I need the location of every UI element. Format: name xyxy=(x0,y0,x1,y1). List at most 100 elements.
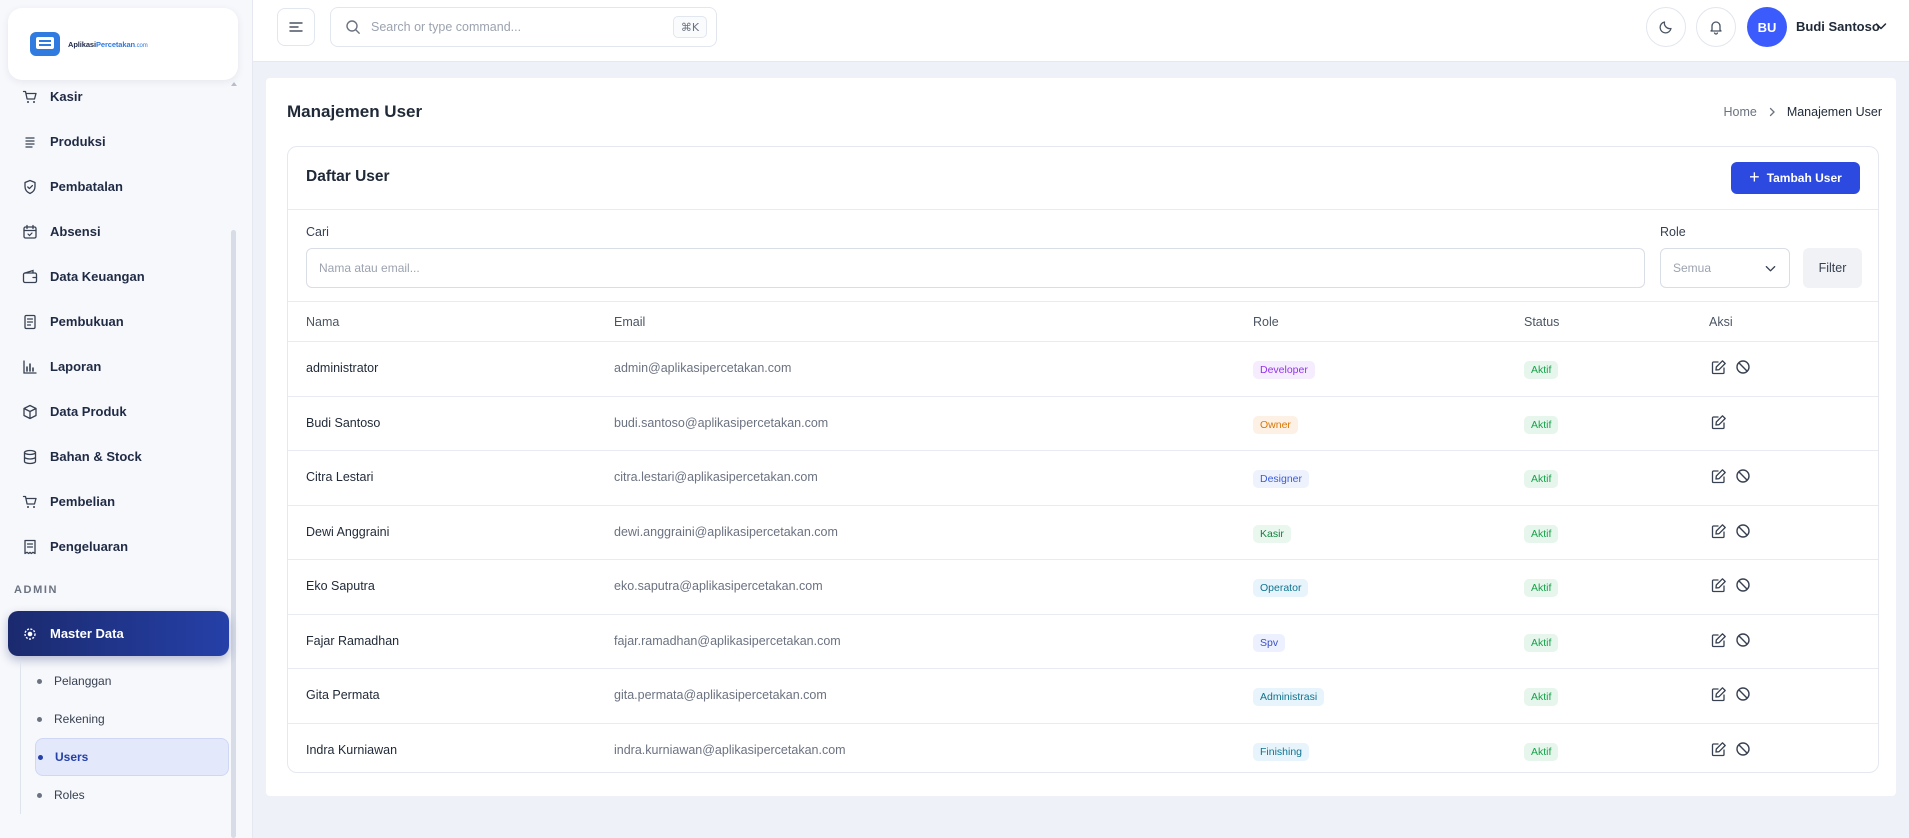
sidebar-item-bahan-stock[interactable]: Bahan & Stock xyxy=(0,434,228,479)
add-user-button[interactable]: + Tambah User xyxy=(1731,162,1860,194)
chevron-down-icon xyxy=(1765,265,1776,271)
sidebar-item-master-data[interactable]: Master Data xyxy=(8,611,229,656)
sidebar-item-label: Bahan & Stock xyxy=(50,449,142,464)
column-header-name[interactable]: Nama xyxy=(306,315,339,329)
chevron-down-icon xyxy=(198,134,214,150)
sidebar-scrollbar[interactable] xyxy=(231,230,236,838)
search-shortcut-badge: ⌘K xyxy=(673,16,707,38)
sidebar-subitem-label: Rekening xyxy=(54,712,105,726)
sidebar-item-pengeluaran[interactable]: Pengeluaran xyxy=(0,524,228,569)
column-header-status[interactable]: Status xyxy=(1524,315,1559,329)
row-actions xyxy=(1710,522,1752,540)
role-badge: Developer xyxy=(1253,361,1315,379)
wallet-icon xyxy=(22,269,38,285)
user-name-cell: Eko Saputra xyxy=(306,579,375,593)
sidebar-item-kasir[interactable]: Kasir xyxy=(0,74,228,119)
sidebar-item-pembukuan[interactable]: Pembukuan xyxy=(0,299,228,344)
edit-icon[interactable] xyxy=(1710,413,1728,431)
user-name-cell: Fajar Ramadhan xyxy=(306,633,400,648)
user-name-cell: administrator xyxy=(306,361,379,375)
search-field-label: Cari xyxy=(306,225,329,239)
box-icon xyxy=(22,404,38,420)
status-badge: Aktif xyxy=(1524,524,1559,543)
sidebar-subitem-users[interactable]: Users xyxy=(35,738,229,776)
edit-icon[interactable] xyxy=(1710,685,1728,703)
edit-icon[interactable] xyxy=(1710,467,1728,485)
sidebar-subitem-pelanggan[interactable]: Pelanggan xyxy=(21,662,228,700)
sidebar-item-pembelian[interactable]: Pembelian xyxy=(0,479,228,524)
cart-icon xyxy=(22,89,38,105)
role-badge: Kasir xyxy=(1253,524,1291,543)
sidebar-subitem-roles[interactable]: Roles xyxy=(21,776,228,814)
avatar[interactable]: BU xyxy=(1747,7,1787,47)
book-icon xyxy=(22,314,38,330)
column-header-role[interactable]: Role xyxy=(1253,315,1279,329)
user-menu-name[interactable]: Budi Santoso xyxy=(1796,19,1880,34)
ban-icon[interactable] xyxy=(1734,522,1752,540)
sidebar-subitem-rekening[interactable]: Rekening xyxy=(21,700,228,738)
user-name-cell: Budi Santoso xyxy=(306,415,381,430)
sidebar-section-admin: ADMIN xyxy=(14,584,59,596)
sidebar-item-label: Data Keuangan xyxy=(50,269,145,284)
scrollbar-up-arrow[interactable] xyxy=(231,82,237,86)
user-email-cell: citra.lestari@aplikasipercetakan.com xyxy=(614,470,818,484)
ban-icon[interactable] xyxy=(1734,740,1752,758)
table-row: administrator admin@aplikasipercetakan.co… xyxy=(288,342,1878,397)
gear-icon xyxy=(22,626,38,642)
bullet-icon xyxy=(37,678,42,684)
edit-icon[interactable] xyxy=(1710,358,1728,376)
logo-text: AplikasiPercetakan.com xyxy=(68,39,148,49)
search-input[interactable] xyxy=(371,20,673,34)
status-badge: Aktif xyxy=(1524,415,1559,434)
sidebar-item-label: Pengeluaran xyxy=(50,539,129,554)
notifications-button[interactable] xyxy=(1696,7,1736,47)
sidebar-item-label: Produksi xyxy=(50,134,106,149)
ban-icon[interactable] xyxy=(1734,576,1752,594)
sidebar-item-laporan[interactable]: Laporan xyxy=(0,344,228,389)
sidebar-item-produksi[interactable]: Produksi xyxy=(0,119,228,164)
ban-icon[interactable] xyxy=(1734,358,1752,376)
logo-card[interactable]: AplikasiPercetakan.com xyxy=(8,8,238,80)
sidebar-subitem-label: Users xyxy=(55,750,89,764)
status-badge: Aktif xyxy=(1524,361,1559,379)
row-actions xyxy=(1710,740,1752,758)
chevron-down-icon[interactable] xyxy=(1874,19,1888,33)
sidebar-item-absensi[interactable]: Absensi xyxy=(0,209,228,254)
edit-icon[interactable] xyxy=(1710,631,1728,649)
moon-icon xyxy=(1659,21,1672,34)
row-actions xyxy=(1710,685,1752,703)
table-row: Gita Permata gita.permata@aplikasiperceta… xyxy=(288,669,1878,724)
chevron-right-icon xyxy=(1769,107,1775,117)
sidebar-item-data-produk[interactable]: Data Produk xyxy=(0,389,228,434)
user-table: Nama Email Role Status Aksi administrato… xyxy=(288,301,1878,773)
breadcrumb-home-link[interactable]: Home xyxy=(1723,105,1756,119)
status-badge: Aktif xyxy=(1524,688,1559,706)
row-actions xyxy=(1710,631,1752,649)
divider xyxy=(288,209,1878,210)
sidebar-item-pembatalan[interactable]: Pembatalan xyxy=(0,164,228,209)
role-badge: Administrasi xyxy=(1253,688,1325,706)
user-name-cell: Indra Kurniawan xyxy=(306,742,398,757)
role-badge: Owner xyxy=(1253,415,1298,434)
filter-button[interactable]: Filter xyxy=(1803,248,1862,288)
sidebar-item-label: Absensi xyxy=(50,224,101,239)
chevron-down-icon xyxy=(198,224,214,240)
sidebar-item-data-keuangan[interactable]: Data Keuangan xyxy=(0,254,228,299)
chevron-down-icon xyxy=(198,359,214,375)
role-select-value: Semua xyxy=(1673,261,1712,275)
role-badge: Finishing xyxy=(1253,742,1310,761)
command-search[interactable]: ⌘K xyxy=(330,7,717,47)
dark-mode-toggle-button[interactable] xyxy=(1646,7,1686,47)
user-search-input[interactable] xyxy=(306,248,1645,288)
ban-icon[interactable] xyxy=(1734,467,1752,485)
table-row: Indra Kurniawan indra.kurniawan@aplikasip… xyxy=(288,724,1878,773)
edit-icon[interactable] xyxy=(1710,576,1728,594)
sidebar-toggle-button[interactable] xyxy=(277,8,315,46)
role-select[interactable]: Semua xyxy=(1660,248,1790,288)
edit-icon[interactable] xyxy=(1710,522,1728,540)
ban-icon[interactable] xyxy=(1734,631,1752,649)
chevron-down-icon xyxy=(198,539,214,555)
ban-icon[interactable] xyxy=(1734,685,1752,703)
edit-icon[interactable] xyxy=(1710,740,1728,758)
column-header-email[interactable]: Email xyxy=(614,315,645,329)
